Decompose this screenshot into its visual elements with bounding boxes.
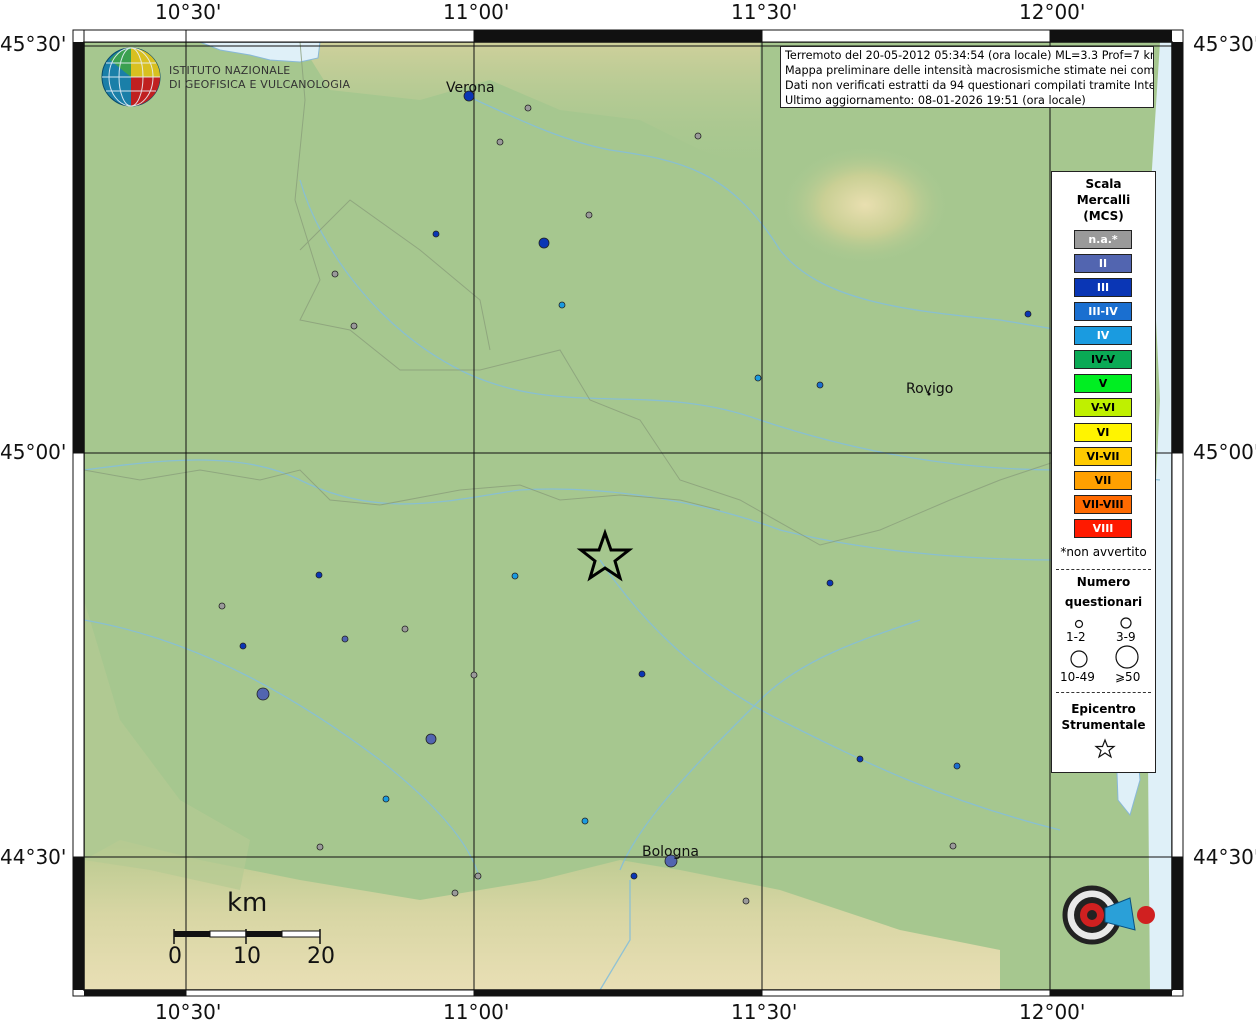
legend-title-3: (MCS) xyxy=(1083,209,1124,223)
intensity-point[interactable] xyxy=(754,374,762,382)
scale-bar-unit: km xyxy=(227,888,268,918)
lon-tick-top-1: 10°30' xyxy=(155,0,222,24)
legend-title-1: Scala xyxy=(1085,177,1122,191)
legend-swatch-iii: III xyxy=(1074,278,1132,297)
lon-tick-top-3: 11°30' xyxy=(731,0,798,24)
intensity-point[interactable] xyxy=(496,138,504,146)
intensity-point[interactable] xyxy=(511,572,519,580)
intensity-point[interactable] xyxy=(953,762,961,770)
legend-swatch-iii-iv: III-IV xyxy=(1074,302,1132,321)
lon-tick-bottom-2: 11°00' xyxy=(443,1000,510,1024)
intensity-point[interactable] xyxy=(382,795,390,803)
info-line-map: Mappa preliminare delle intensità macros… xyxy=(785,64,1153,77)
legend-size-label-3: 10-49 xyxy=(1060,670,1095,684)
legend-swatch-v-vi: V-VI xyxy=(1074,398,1132,417)
intensity-point[interactable] xyxy=(239,642,247,650)
info-box: Terremoto del 20-05-2012 05:34:54 (ora l… xyxy=(780,46,1154,108)
intensity-point[interactable] xyxy=(742,897,750,905)
intensity-point[interactable] xyxy=(856,755,864,763)
intensity-point[interactable] xyxy=(581,817,589,825)
legend-divider xyxy=(1056,569,1151,570)
intensity-point[interactable] xyxy=(826,579,834,587)
legend-swatch-vi: VI xyxy=(1074,423,1132,442)
intensity-point[interactable] xyxy=(524,104,532,112)
legend-size-label-4: ⩾50 xyxy=(1115,670,1141,684)
legend-swatch-iv: IV xyxy=(1074,326,1132,345)
intensity-point[interactable] xyxy=(538,237,550,249)
lon-tick-bottom-4: 12°00' xyxy=(1019,1000,1086,1024)
intensity-point[interactable] xyxy=(949,842,957,850)
lat-tick-left-1: 45°30' xyxy=(0,32,67,56)
intensity-point[interactable] xyxy=(558,301,566,309)
lat-tick-right-1: 45°30' xyxy=(1193,32,1256,56)
lat-tick-right-2: 45°00' xyxy=(1193,440,1256,464)
scale-bar-label-10: 10 xyxy=(233,944,261,969)
legend-epicenter-title-2: Strumentale xyxy=(1061,718,1146,732)
intensity-point[interactable] xyxy=(350,322,358,330)
intensity-point[interactable] xyxy=(331,270,339,278)
lon-tick-bottom-1: 10°30' xyxy=(155,1000,222,1024)
legend-swatch-vi-vii: VI-VII xyxy=(1074,447,1132,466)
ingv-logo-line2: DI GEOFISICA E VULCANOLOGIA xyxy=(169,78,351,91)
legend-note-non-avvertito: *non avvertito xyxy=(1060,545,1147,559)
legend-star-icon xyxy=(1094,738,1116,759)
lon-tick-top-4: 12°00' xyxy=(1019,0,1086,24)
legend-swatch-v: V xyxy=(1074,374,1132,393)
intensity-point[interactable] xyxy=(451,889,459,897)
intensity-point[interactable] xyxy=(1024,310,1032,318)
intensity-point[interactable] xyxy=(694,132,702,140)
lat-tick-right-3: 44°30' xyxy=(1193,845,1256,869)
legend-swatch-vii-viii: VII-VIII xyxy=(1074,495,1132,514)
ingv-logo-icon xyxy=(101,47,161,107)
lon-tick-bottom-3: 11°30' xyxy=(731,1000,798,1024)
scale-bar-label-0: 0 xyxy=(168,944,182,969)
intensity-point[interactable] xyxy=(816,381,824,389)
intensity-point[interactable] xyxy=(218,602,226,610)
intensity-point[interactable] xyxy=(638,670,646,678)
city-label-verona: Verona xyxy=(446,80,495,96)
legend-swatch-iv-v: IV-V xyxy=(1074,350,1132,369)
info-line-event: Terremoto del 20-05-2012 05:34:54 (ora l… xyxy=(785,49,1153,62)
lon-tick-top-2: 11°00' xyxy=(443,0,510,24)
legend-swatch-viii: VIII xyxy=(1074,519,1132,538)
city-label-bologna: Bologna xyxy=(642,844,699,860)
info-line-updated: Ultimo aggiornamento: 08-01-2026 19:51 (… xyxy=(785,94,1086,107)
legend-count-title-2: questionari xyxy=(1064,595,1143,609)
intensity-point[interactable] xyxy=(401,625,409,633)
legend-count-title-1: Numero xyxy=(1076,575,1131,589)
legend-panel: Scala Mercalli (MCS) n.a.* II III III-IV… xyxy=(1051,171,1156,773)
intensity-point[interactable] xyxy=(474,872,482,880)
ingv-logo-line1: ISTITUTO NAZIONALE xyxy=(169,64,291,77)
legend-swatch-vii: VII xyxy=(1074,471,1132,490)
legend-swatch-na: n.a.* xyxy=(1074,230,1132,249)
intensity-point[interactable] xyxy=(432,230,440,238)
lat-tick-left-3: 44°30' xyxy=(0,845,67,869)
intensity-point[interactable] xyxy=(470,671,478,679)
scale-bar-label-20: 20 xyxy=(307,944,335,969)
watermark-text xyxy=(1040,860,1160,980)
intensity-point[interactable] xyxy=(630,872,638,880)
legend-title-2: Mercalli xyxy=(1076,193,1131,207)
intensity-point[interactable] xyxy=(315,571,323,579)
intensity-point[interactable] xyxy=(316,843,324,851)
legend-epicenter-title-1: Epicentro xyxy=(1071,702,1136,716)
intensity-point[interactable] xyxy=(585,211,593,219)
intensity-point[interactable] xyxy=(256,687,270,701)
legend-divider-2 xyxy=(1056,692,1151,693)
info-line-data: Dati non verificati estratti da 94 quest… xyxy=(785,79,1153,92)
intensity-point[interactable] xyxy=(341,635,349,643)
legend-size-label-1: 1-2 xyxy=(1066,630,1086,644)
lat-tick-left-2: 45°00' xyxy=(0,440,67,464)
legend-size-label-2: 3-9 xyxy=(1116,630,1136,644)
city-label-rovigo: Rovigo xyxy=(906,381,954,397)
intensity-point[interactable] xyxy=(425,733,437,745)
legend-swatch-ii: II xyxy=(1074,254,1132,273)
